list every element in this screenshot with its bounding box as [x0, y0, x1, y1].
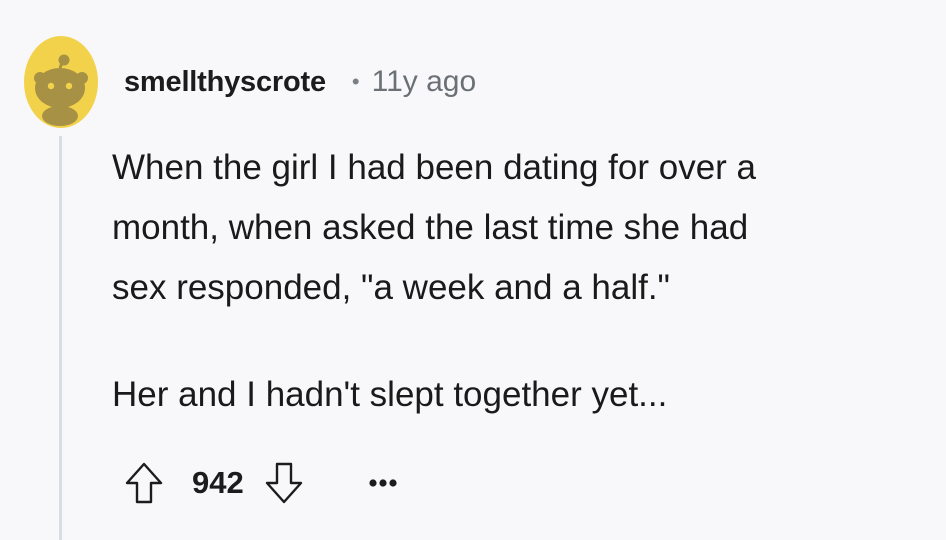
- comment: smellthyscrote • 11y ago When the girl I…: [0, 0, 946, 540]
- username[interactable]: smellthyscrote: [124, 66, 326, 99]
- arrow-up-icon: [125, 462, 163, 504]
- thread-line[interactable]: [59, 136, 62, 540]
- comment-header: smellthyscrote • 11y ago: [124, 60, 476, 104]
- more-options-button[interactable]: [366, 463, 400, 503]
- separator-dot: •: [351, 69, 360, 94]
- default-snoo-avatar-icon: [24, 36, 98, 128]
- arrow-down-icon: [265, 462, 302, 504]
- comment-paragraph: When the girl I had been dating for over…: [112, 148, 757, 307]
- comment-paragraph: Her and I hadn't slept together yet...: [112, 375, 668, 414]
- comment-actions: 942: [124, 458, 400, 508]
- downvote-button[interactable]: [264, 461, 304, 505]
- avatar[interactable]: [24, 36, 98, 128]
- ellipsis-icon: [369, 479, 397, 487]
- vote-score: 942: [192, 465, 244, 500]
- timestamp[interactable]: 11y ago: [372, 65, 477, 99]
- comment-body: When the girl I had been dating for over…: [112, 138, 932, 425]
- upvote-button[interactable]: [124, 461, 164, 505]
